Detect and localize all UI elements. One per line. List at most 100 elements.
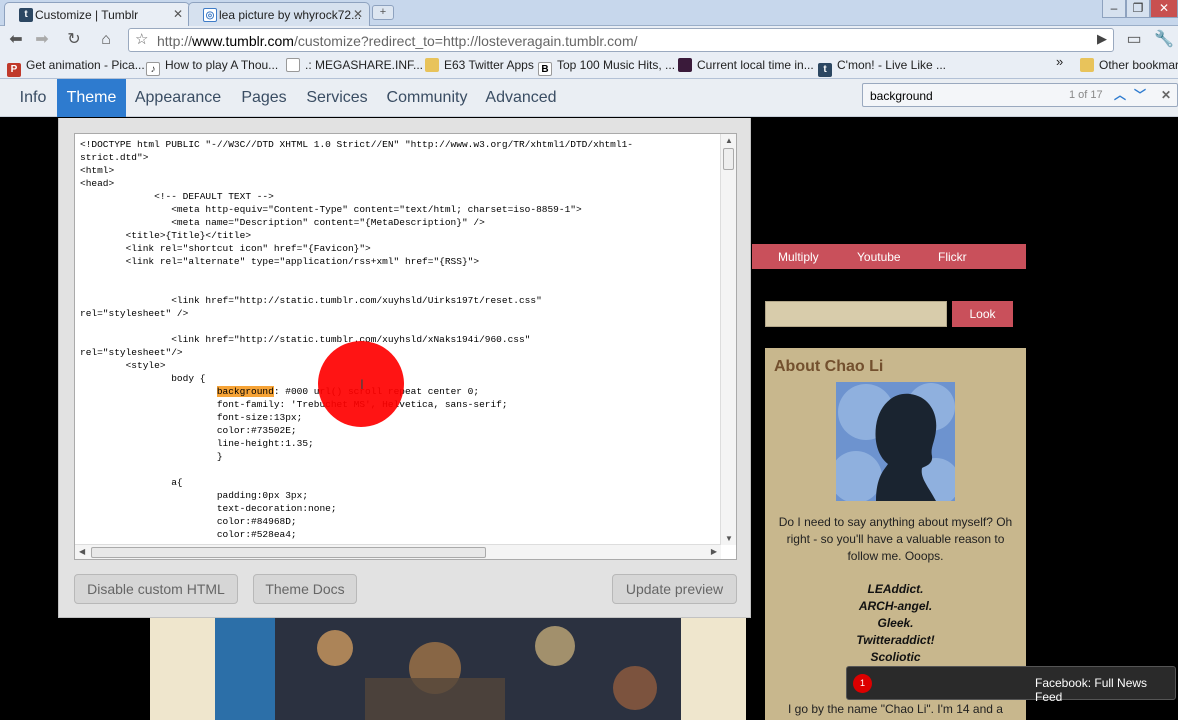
tag-line: LEAddict. [867,582,924,596]
vertical-scrollbar[interactable]: ▲ ▼ [720,134,736,545]
tab-lea-picture[interactable]: ◎ lea picture by whyrock72... ✕ [188,2,370,26]
bookmark-item[interactable]: t C'mon! - Live Like ... [818,58,946,77]
bookmark-item[interactable]: B Top 100 Music Hits, ... [538,58,675,76]
scroll-down-icon[interactable]: ▼ [725,534,733,543]
bookmark-label: Current local time in... [697,58,814,72]
horizontal-scroll-thumb[interactable] [91,547,486,558]
tab-title: Customize | Tumblr [35,8,139,22]
find-match-count: 1 of 17 [1069,89,1103,101]
bookmarks-bar: P Get animation - Pica... ♪ How to play A … [0,54,1178,79]
forward-button[interactable]: ➡ [30,29,54,51]
notification-text: Facebook: Full News Feed [1035,676,1148,704]
bookmark-label: C'mon! - Live Like ... [837,58,946,72]
b-icon: B [538,62,552,76]
address-bar[interactable]: ☆ http://www.tumblr.com/customize?redire… [128,28,1114,52]
scroll-right-icon[interactable]: ▶ [711,547,717,556]
new-tab-button[interactable]: + [372,5,394,20]
home-button[interactable]: ⌂ [94,29,118,51]
close-tab-icon[interactable]: ✕ [173,7,183,21]
page-menu-button[interactable]: ▭ [1122,29,1146,51]
code-line: <title>{Title}</title> [80,230,252,241]
tumblr-icon: t [19,8,33,22]
reload-button[interactable]: ↻ [62,29,86,51]
find-next-button[interactable]: ﹀ [1131,86,1149,104]
about-box: About Chao Li Do I need to say anything … [765,348,1026,720]
url-scheme: http:// [157,33,193,49]
code-line: } [80,451,223,462]
scroll-up-icon[interactable]: ▲ [725,136,733,145]
bookmark-label: E63 Twitter Apps [444,58,534,72]
tab-title: lea picture by whyrock72... [219,8,362,22]
browser-window: t Customize | Tumblr ✕ ◎ lea picture by … [0,0,1178,720]
code-line: a{ [80,477,183,488]
vertical-scroll-thumb[interactable] [723,148,734,170]
silhouette-icon [836,383,955,501]
restore-button[interactable]: ❐ [1126,0,1150,18]
close-tab-icon[interactable]: ✕ [353,7,363,21]
code-line: <meta name="Description" content="{MetaD… [80,217,485,228]
page-icon: ▭ [1126,31,1142,48]
chevron-down-icon: ﹀ [1133,88,1146,102]
blog-search-input[interactable] [765,301,947,327]
reload-icon: ↻ [67,31,81,48]
find-bar: background 1 of 17 ︿ ﹀ ✕ [862,83,1178,107]
other-bookmarks[interactable]: Other bookmarks [1080,58,1178,72]
theme-docs-button[interactable]: Theme Docs [253,574,357,604]
blog-nav-flickr[interactable]: Flickr [938,250,967,264]
horizontal-scrollbar[interactable]: ◀ ▶ [75,544,721,559]
bookmarks-overflow-icon[interactable]: » [1056,54,1063,69]
bookmark-label: Get animation - Pica... [26,58,145,72]
tab-pages[interactable]: Pages [236,79,292,117]
tab-theme[interactable]: Theme [57,79,126,117]
arrow-left-icon: ⬅ [9,31,23,48]
folder-icon [1080,58,1094,72]
find-close-button[interactable]: ✕ [1157,86,1175,104]
chevron-up-icon: ︿ [1113,88,1126,102]
scroll-left-icon[interactable]: ◀ [79,547,85,556]
bookmark-item[interactable]: .: MEGASHARE.INF... [286,58,423,72]
code-text[interactable]: <!DOCTYPE html PUBLIC "-//W3C//DTD XHTML… [80,138,718,541]
tab-customize-tumblr[interactable]: t Customize | Tumblr ✕ [4,2,190,26]
code-line: padding:0px 3px; [80,490,309,501]
tab-strip: t Customize | Tumblr ✕ ◎ lea picture by … [0,0,1178,26]
code-line: <!-- DEFAULT TEXT --> [80,191,274,202]
code-line: <html> [80,165,115,176]
code-line: color:#84968D; [80,516,297,527]
star-icon[interactable]: ☆ [135,30,148,48]
find-input[interactable]: background [863,84,1063,106]
go-arrow-icon[interactable]: ▶ [1097,31,1107,47]
tab-info[interactable]: Info [10,79,56,117]
bookmark-label: .: MEGASHARE.INF... [305,58,424,72]
look-button[interactable]: Look [952,301,1013,327]
bookmark-item[interactable]: P Get animation - Pica... [7,58,145,77]
tab-advanced[interactable]: Advanced [482,79,560,117]
theme-editor-panel: <!DOCTYPE html PUBLIC "-//W3C//DTD XHTML… [58,118,751,618]
back-button[interactable]: ⬅ [4,29,28,51]
custom-html-editor[interactable]: <!DOCTYPE html PUBLIC "-//W3C//DTD XHTML… [74,133,737,560]
about-tags: LEAddict. ARCH-angel. Gleek. Twitteraddi… [771,581,1020,666]
code-line: <link rel="alternate" type="application/… [80,256,480,267]
code-line: strict.dtd"> [80,152,149,163]
about-bio: I go by the name "Chao Li". I'm 14 and a [788,702,1003,716]
close-icon: ✕ [1160,88,1172,102]
bookmark-item[interactable]: ♪ How to play A Thou... [146,58,278,76]
minimize-button[interactable]: – [1102,0,1126,18]
facebook-notification[interactable]: 1 Facebook: Full News Feed [846,666,1176,704]
find-previous-button[interactable]: ︿ [1111,86,1129,104]
close-window-button[interactable]: ✕ [1150,0,1178,18]
wrench-menu-button[interactable]: 🔧 [1152,29,1176,51]
bookmark-item[interactable]: E63 Twitter Apps [425,58,534,72]
blog-nav-youtube[interactable]: Youtube [857,250,901,264]
code-line: <link href="http://static.tumblr.com/xuy… [80,295,542,306]
find-highlight: background [216,386,274,397]
clock-icon [678,58,692,72]
about-text: Do I need to say anything about myself? … [778,515,1013,563]
tab-appearance[interactable]: Appearance [130,79,226,117]
blog-nav-multiply[interactable]: Multiply [778,250,819,264]
tab-services[interactable]: Services [302,79,372,117]
update-preview-button[interactable]: Update preview [612,574,737,604]
disable-custom-html-button[interactable]: Disable custom HTML [74,574,238,604]
tab-community[interactable]: Community [382,79,472,117]
bookmark-item[interactable]: Current local time in... [678,58,814,72]
